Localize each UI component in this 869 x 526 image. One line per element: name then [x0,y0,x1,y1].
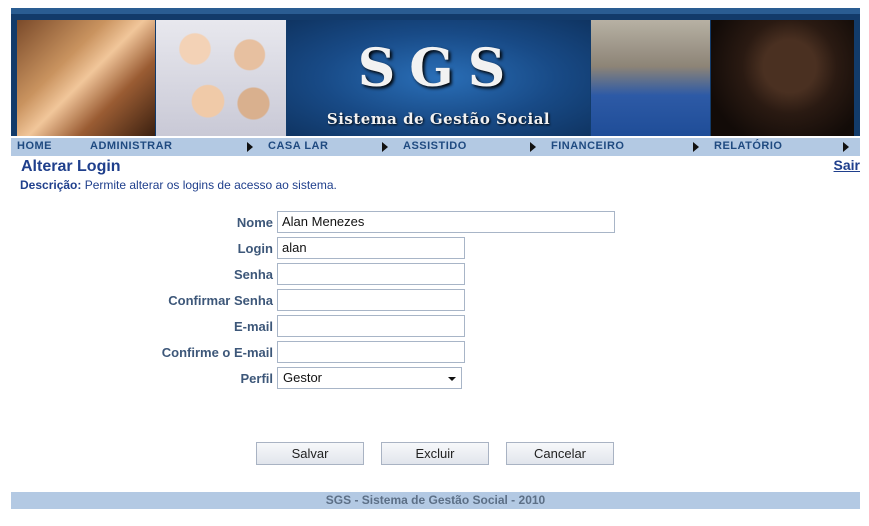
perfil-selected-value: Gestor [283,370,323,385]
perfil-select[interactable]: Gestor [277,367,462,389]
menu-item-relatorio[interactable]: RELATÓRIO [714,140,782,152]
banner-title: SGS [357,38,520,99]
header-banner: SGS Sistema de Gestão Social [11,8,860,136]
nome-label: Nome [236,215,273,230]
page-frame: SGS Sistema de Gestão Social HOME ADMINI… [11,8,860,509]
banner-photo-4 [711,20,854,136]
page-title: Alterar Login [21,158,121,175]
description-text: Permite alterar os logins de acesso ao s… [81,178,337,192]
page-description: Descrição: Permite alterar os logins de … [20,178,337,192]
main-menu: HOME ADMINISTRAR CASA LAR ASSISTIDO FINA… [11,138,860,156]
menu-item-home[interactable]: HOME [17,140,52,152]
save-button[interactable]: Salvar [256,442,364,465]
delete-button[interactable]: Excluir [381,442,489,465]
menu-item-administrar[interactable]: ADMINISTRAR [90,140,173,152]
nome-input[interactable]: Alan Menezes [277,211,615,233]
menu-item-financeiro[interactable]: FINANCEIRO [551,140,624,152]
menu-item-assistido[interactable]: ASSISTIDO [403,140,467,152]
footer: SGS - Sistema de Gestão Social - 2010 [11,492,860,509]
description-label: Descrição: [20,178,82,192]
perfil-label: Perfil [240,371,273,386]
confirmar-senha-label: Confirmar Senha [168,293,273,308]
confirme-email-input[interactable] [277,341,465,363]
email-label: E-mail [233,319,273,334]
confirmar-senha-input[interactable] [277,289,465,311]
menu-arrow-icon [382,142,388,152]
menu-item-casa-lar[interactable]: CASA LAR [268,140,328,152]
banner-logo: SGS Sistema de Gestão Social [287,20,590,136]
email-input[interactable] [277,315,465,337]
menu-arrow-icon [530,142,536,152]
cancel-button[interactable]: Cancelar [506,442,614,465]
senha-input[interactable] [277,263,465,285]
logout-link[interactable]: Sair [834,157,860,173]
banner-subtitle: Sistema de Gestão Social [326,110,551,128]
banner-photo-1 [17,20,155,136]
menu-arrow-icon [693,142,699,152]
menu-arrow-icon [843,142,849,152]
chevron-down-icon [448,377,456,381]
banner-photo-3 [591,20,710,136]
login-label: Login [237,241,273,256]
confirme-email-label: Confirme o E-mail [161,345,273,360]
login-input[interactable]: alan [277,237,465,259]
banner-photo-2 [156,20,286,136]
menu-arrow-icon [247,142,253,152]
senha-label: Senha [233,267,273,282]
